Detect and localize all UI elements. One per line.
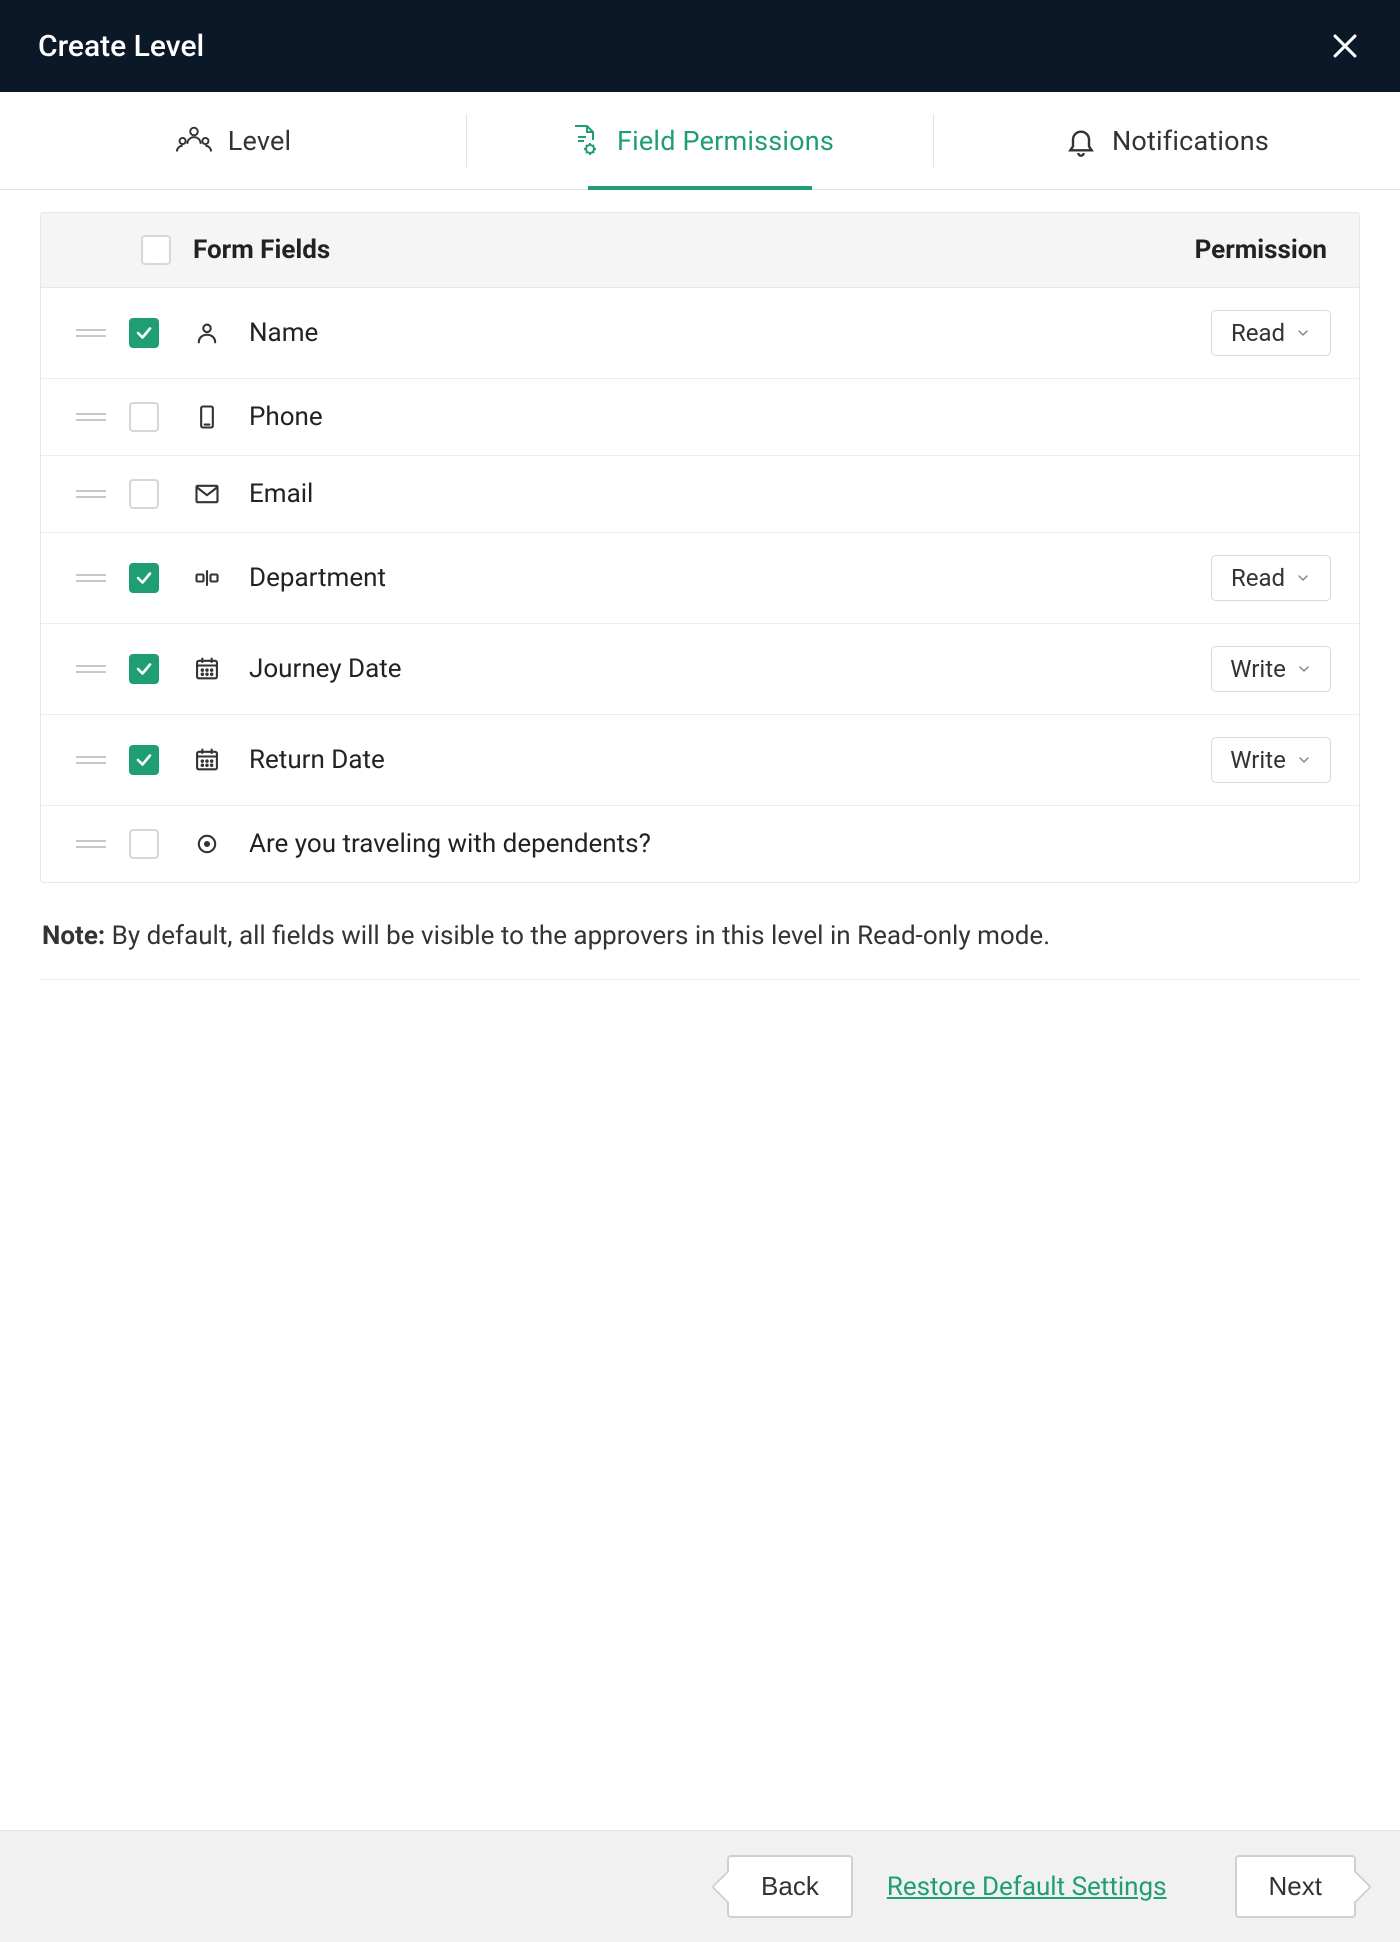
tab-label: Field Permissions	[617, 125, 834, 157]
chevron-down-icon	[1296, 752, 1312, 768]
drag-handle-icon[interactable]	[71, 840, 111, 848]
field-label: Department	[249, 563, 1193, 593]
table-row: Journey Date Write	[41, 624, 1359, 715]
permission-value: Read	[1231, 319, 1285, 347]
drag-handle-icon[interactable]	[71, 490, 111, 498]
permission-select[interactable]: Write	[1211, 737, 1331, 783]
next-button-label: Next	[1269, 1871, 1322, 1901]
person-icon	[191, 317, 223, 349]
calendar-icon	[191, 653, 223, 685]
tab-level[interactable]: Level	[0, 92, 466, 189]
modal-header: Create Level	[0, 0, 1400, 92]
restore-link-label: Restore Default Settings	[887, 1872, 1167, 1902]
table-row: Return Date Write	[41, 715, 1359, 806]
row-checkbox[interactable]	[129, 318, 159, 348]
back-button[interactable]: Back	[727, 1855, 853, 1918]
footer: Back Restore Default Settings Next	[0, 1830, 1400, 1942]
close-button[interactable]	[1328, 29, 1362, 63]
table-body[interactable]: Name Read Phone Email Department	[41, 288, 1359, 882]
table-header: Form Fields Permission	[41, 213, 1359, 288]
doc-gear-icon	[566, 123, 602, 159]
note-body: By default, all fields will be visible t…	[105, 921, 1050, 951]
tab-label: Level	[228, 125, 291, 157]
row-checkbox[interactable]	[129, 563, 159, 593]
modal-title: Create Level	[38, 29, 204, 64]
field-label: Phone	[249, 402, 1331, 432]
permission-select[interactable]: Read	[1211, 310, 1331, 356]
tab-field-permissions[interactable]: Field Permissions	[467, 92, 933, 189]
permission-value: Write	[1230, 655, 1286, 683]
field-label: Return Date	[249, 745, 1193, 775]
col-header-permission: Permission	[1195, 235, 1331, 265]
content-area: Form Fields Permission Name Read Phone	[0, 190, 1400, 1830]
mail-icon	[191, 478, 223, 510]
permission-value: Read	[1231, 564, 1285, 592]
drag-handle-icon[interactable]	[71, 574, 111, 582]
tabs: Level Field Permissions Notifications	[0, 92, 1400, 190]
drag-handle-icon[interactable]	[71, 413, 111, 421]
phone-icon	[191, 401, 223, 433]
drag-handle-icon[interactable]	[71, 665, 111, 673]
bell-icon	[1065, 124, 1097, 158]
chevron-down-icon	[1296, 661, 1312, 677]
people-icon	[175, 124, 213, 158]
restore-default-link[interactable]: Restore Default Settings	[887, 1872, 1167, 1902]
table-row: Department Read	[41, 533, 1359, 624]
col-header-fields: Form Fields	[193, 235, 330, 265]
row-checkbox[interactable]	[129, 829, 159, 859]
permission-value: Write	[1230, 746, 1286, 774]
table-row: Email	[41, 456, 1359, 533]
permission-select[interactable]: Read	[1211, 555, 1331, 601]
department-icon	[191, 562, 223, 594]
field-label: Name	[249, 318, 1193, 348]
field-table: Form Fields Permission Name Read Phone	[40, 212, 1360, 883]
row-checkbox[interactable]	[129, 654, 159, 684]
note-text: Note: By default, all fields will be vis…	[40, 883, 1360, 980]
calendar-icon	[191, 744, 223, 776]
row-checkbox[interactable]	[129, 479, 159, 509]
table-row: Name Read	[41, 288, 1359, 379]
permission-select[interactable]: Write	[1211, 646, 1331, 692]
select-all-checkbox[interactable]	[141, 235, 171, 265]
field-label: Journey Date	[249, 654, 1193, 684]
chevron-down-icon	[1295, 570, 1311, 586]
back-button-label: Back	[761, 1871, 819, 1901]
tab-label: Notifications	[1112, 125, 1269, 157]
field-label: Email	[249, 479, 1331, 509]
field-label: Are you traveling with dependents?	[249, 829, 1331, 859]
row-checkbox[interactable]	[129, 745, 159, 775]
next-button[interactable]: Next	[1235, 1855, 1356, 1918]
drag-handle-icon[interactable]	[71, 329, 111, 337]
chevron-down-icon	[1295, 325, 1311, 341]
drag-handle-icon[interactable]	[71, 756, 111, 764]
radio-icon	[191, 828, 223, 860]
table-row: Phone	[41, 379, 1359, 456]
close-icon	[1328, 29, 1362, 63]
tab-notifications[interactable]: Notifications	[934, 92, 1400, 189]
note-prefix: Note:	[42, 921, 105, 951]
row-checkbox[interactable]	[129, 402, 159, 432]
table-row: Are you traveling with dependents?	[41, 806, 1359, 882]
